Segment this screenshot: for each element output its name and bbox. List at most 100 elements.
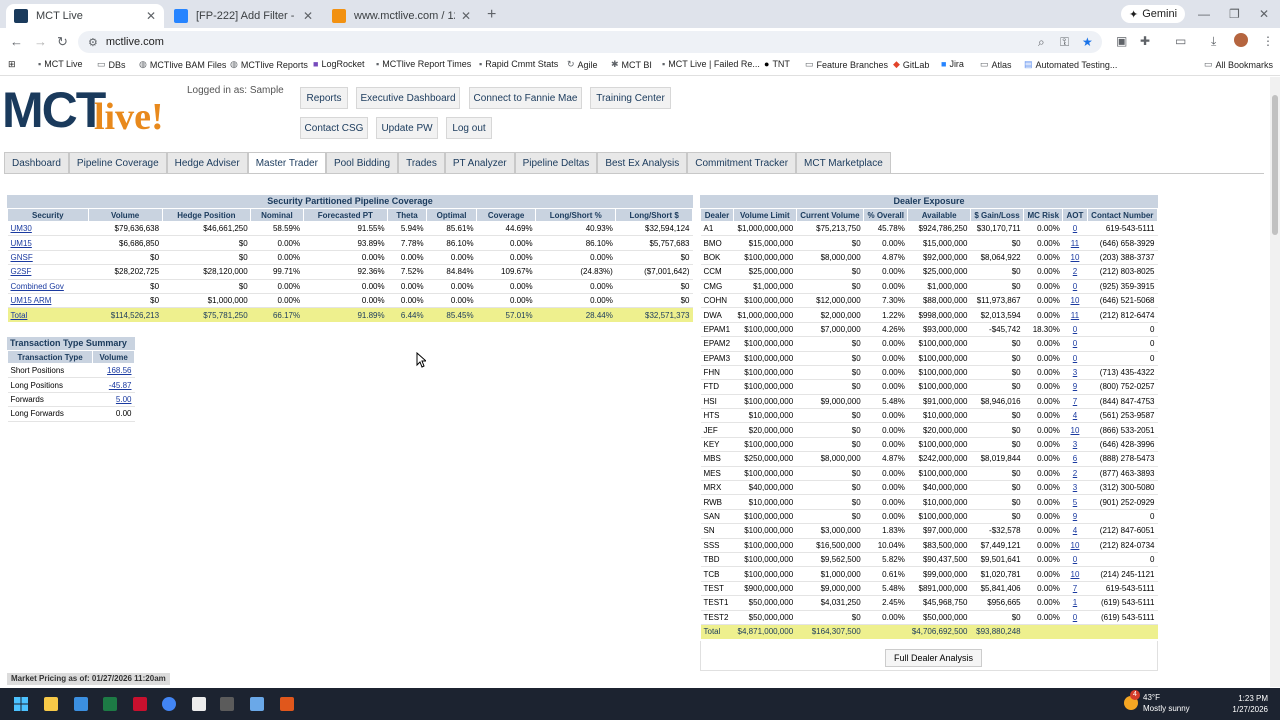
bookmark-mct-live[interactable]: ▪ MCT Live — [38, 59, 83, 69]
aot-link[interactable]: 0 — [1073, 613, 1077, 622]
executive-dashboard-button[interactable]: Executive Dashboard — [356, 87, 460, 109]
aot-link[interactable]: 3 — [1073, 368, 1077, 377]
browser-tab-phpmyadmin[interactable]: www.mctlive.com / 127.0.0.1 / d ✕ — [324, 4, 479, 28]
aot-link[interactable]: 2 — [1073, 267, 1077, 276]
app-orange-icon[interactable] — [280, 697, 294, 711]
volume-link[interactable]: 5.00 — [116, 395, 132, 404]
browser-tab-jira[interactable]: [FP-222] Add Filter - Trade Blott ✕ — [166, 4, 321, 28]
password-key-icon[interactable]: ⚿ — [1060, 35, 1069, 50]
close-window-icon[interactable]: ✕ — [1259, 7, 1269, 21]
close-icon[interactable]: ✕ — [303, 9, 313, 23]
security-link[interactable]: UM15 ARM — [11, 296, 52, 305]
aot-link[interactable]: 9 — [1073, 382, 1077, 391]
site-info-icon[interactable]: ⚙ — [88, 36, 98, 49]
aot-link[interactable]: 4 — [1073, 411, 1077, 420]
tab-hedge-adviser[interactable]: Hedge Adviser — [166, 152, 248, 174]
gemini-button[interactable]: ✦ Gemini — [1121, 5, 1186, 23]
tab-pipeline-deltas[interactable]: Pipeline Deltas — [514, 152, 598, 174]
profile-avatar[interactable] — [1234, 33, 1248, 47]
aot-link[interactable]: 11 — [1071, 239, 1079, 248]
new-tab-button[interactable]: + — [487, 6, 496, 24]
windows-start-icon[interactable] — [14, 697, 28, 711]
bookmark-feature-branches[interactable]: ▭ Feature Branches — [805, 59, 888, 70]
bookmark-automated-testing[interactable]: ▤ Automated Testing... — [1024, 59, 1117, 70]
aot-link[interactable]: 2 — [1073, 469, 1077, 478]
aot-link[interactable]: 10 — [1071, 426, 1080, 435]
bookmark-jira[interactable]: ■ Jira — [941, 59, 964, 69]
log-out-button[interactable]: Log out — [446, 117, 492, 139]
scrollbar-thumb[interactable] — [1272, 95, 1278, 235]
page-scrollbar[interactable] — [1270, 77, 1280, 687]
bookmark-agile[interactable]: ↻ Agile — [567, 59, 598, 70]
aot-link[interactable]: 5 — [1073, 498, 1077, 507]
security-link[interactable]: G2SF — [11, 267, 32, 276]
excel-icon[interactable] — [103, 697, 117, 711]
tab-best-ex-analysis[interactable]: Best Ex Analysis — [597, 152, 688, 174]
aot-link[interactable]: 6 — [1073, 454, 1077, 463]
aot-link[interactable]: 7 — [1073, 584, 1077, 593]
security-link[interactable]: UM15 — [11, 239, 32, 248]
bookmark-dbs[interactable]: ▭ DBs — [97, 59, 126, 70]
aot-link[interactable]: 4 — [1073, 526, 1077, 535]
tab-trades[interactable]: Trades — [398, 152, 445, 174]
volume-link[interactable]: 168.56 — [107, 366, 131, 375]
tab-dashboard[interactable]: Dashboard — [4, 152, 69, 174]
maximize-icon[interactable]: ❐ — [1229, 7, 1240, 21]
system-clock[interactable]: 1:23 PM 1/27/2026 — [1200, 693, 1268, 715]
security-link[interactable]: GNSF — [11, 253, 33, 262]
bookmark-failed-reports[interactable]: ▪ MCT Live | Failed Re... — [662, 59, 760, 69]
browser-tab-mct-live[interactable]: MCT Live ✕ — [6, 4, 164, 28]
puzzle-extensions-icon[interactable]: ✚ — [1140, 34, 1150, 48]
contact-csg-button[interactable]: Contact CSG — [300, 117, 368, 139]
aot-link[interactable]: 1 — [1073, 598, 1077, 607]
aot-link[interactable]: 0 — [1073, 354, 1077, 363]
close-icon[interactable]: ✕ — [461, 9, 471, 23]
forward-icon[interactable]: → — [34, 34, 47, 49]
tab-commitment-tracker[interactable]: Commitment Tracker — [687, 152, 797, 174]
total-link[interactable]: Total — [11, 311, 28, 320]
bookmark-atlas[interactable]: ▭ Atlas — [980, 59, 1012, 70]
close-icon[interactable]: ✕ — [146, 9, 156, 23]
terminal-icon[interactable] — [220, 697, 234, 711]
download-icon[interactable]: ⤓ — [1211, 34, 1216, 49]
aot-link[interactable]: 10 — [1071, 570, 1080, 579]
bookmark-bam-files[interactable]: ◍ MCTlive BAM Files — [139, 59, 226, 70]
bookmark-mct-bi[interactable]: ✱ MCT BI — [611, 59, 652, 70]
apps-grid-icon[interactable]: ⊞ — [8, 59, 16, 70]
aot-link[interactable]: 7 — [1073, 397, 1077, 406]
notepad-icon[interactable] — [192, 697, 206, 711]
tab-pipeline-coverage[interactable]: Pipeline Coverage — [68, 152, 167, 174]
outlook-icon[interactable] — [74, 697, 88, 711]
remote-desktop-icon[interactable] — [250, 697, 264, 711]
bookmark-star-icon[interactable]: ★ — [1082, 35, 1093, 49]
file-explorer-icon[interactable] — [44, 697, 58, 711]
minimize-icon[interactable]: — — [1198, 7, 1210, 21]
reports-button[interactable]: Reports — [300, 87, 348, 109]
menu-kebab-icon[interactable]: ⋮ — [1262, 34, 1274, 48]
aot-link[interactable]: 0 — [1073, 325, 1077, 334]
app-red-icon[interactable] — [133, 697, 147, 711]
training-center-button[interactable]: Training Center — [590, 87, 671, 109]
tab-mct-marketplace[interactable]: MCT Marketplace — [796, 152, 891, 174]
back-icon[interactable]: ← — [10, 34, 23, 49]
cast-icon[interactable]: ▭ — [1175, 34, 1186, 48]
security-link[interactable]: UM30 — [11, 224, 32, 233]
aot-link[interactable]: 3 — [1073, 483, 1077, 492]
bookmark-report-times[interactable]: ▪ MCTlive Report Times — [376, 59, 471, 69]
tab-pt-analyzer[interactable]: PT Analyzer — [444, 152, 515, 174]
connect-fannie-mae-button[interactable]: Connect to Fannie Mae — [469, 87, 582, 109]
security-link[interactable]: Combined Gov — [11, 282, 64, 291]
extension-icon[interactable]: ▣ — [1116, 34, 1127, 48]
bookmark-logrocket[interactable]: ■ LogRocket — [313, 59, 364, 69]
aot-link[interactable]: 0 — [1073, 339, 1077, 348]
bookmark-rapid-cmmt[interactable]: ▪ Rapid Cmmt Stats — [479, 59, 558, 69]
aot-link[interactable]: 0 — [1073, 282, 1077, 291]
aot-link[interactable]: 3 — [1073, 440, 1077, 449]
address-bar[interactable]: ⚙ mctlive.com ⌕ ⚿ ★ — [78, 31, 1102, 53]
chrome-icon[interactable] — [162, 697, 176, 711]
aot-link[interactable]: 0 — [1073, 555, 1077, 564]
tab-master-trader[interactable]: Master Trader — [247, 152, 326, 174]
aot-link[interactable]: 9 — [1073, 512, 1077, 521]
bookmark-reports[interactable]: ◍ MCTlive Reports — [230, 59, 308, 70]
update-pw-button[interactable]: Update PW — [376, 117, 438, 139]
